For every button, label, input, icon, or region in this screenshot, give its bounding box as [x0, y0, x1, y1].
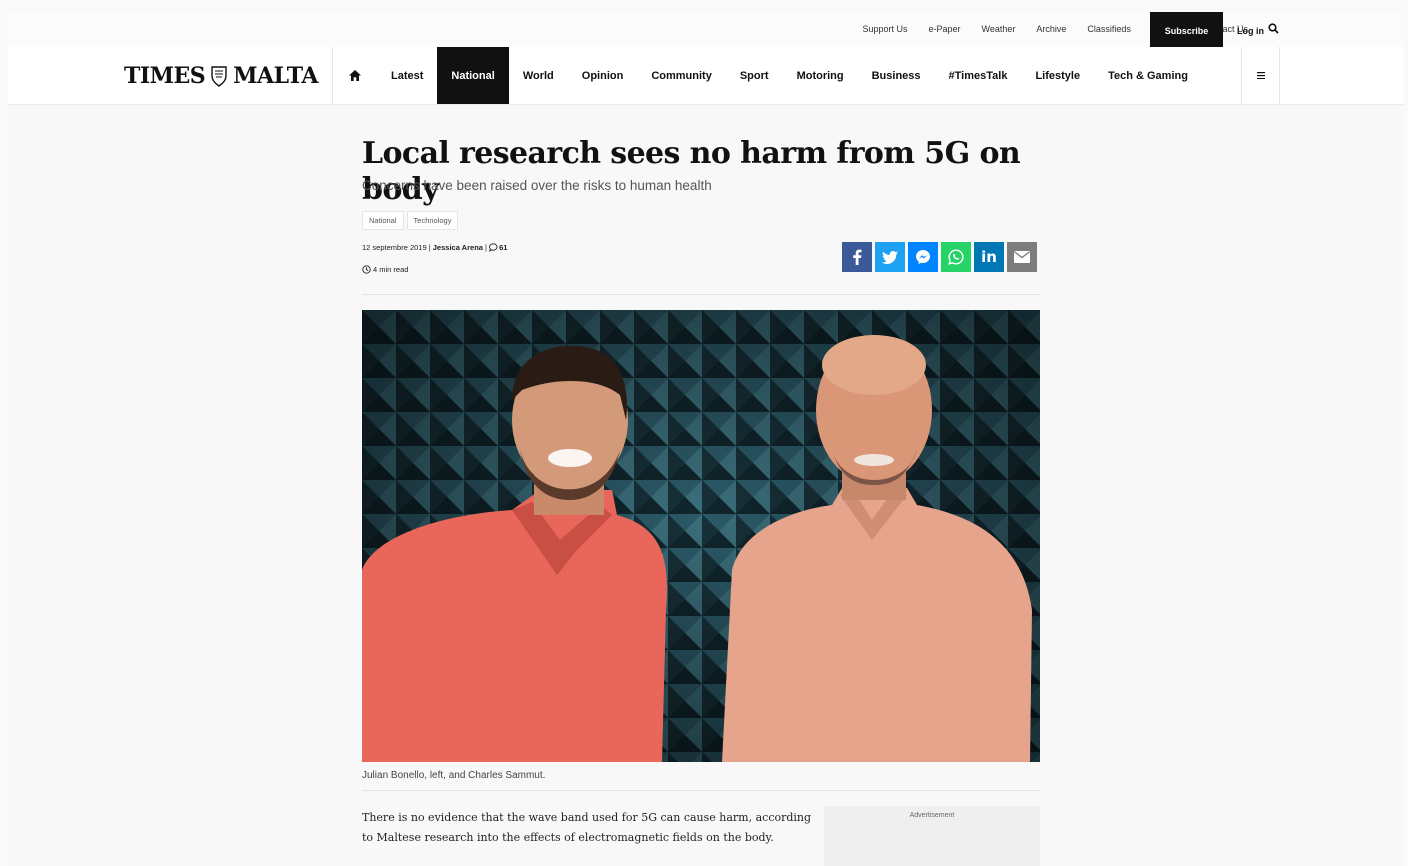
comment-count[interactable]: 61: [499, 243, 507, 252]
home-icon[interactable]: [333, 47, 377, 104]
article-subhead: Concerns have been raised over the risks…: [362, 178, 712, 193]
hamburger-menu-icon[interactable]: [1241, 47, 1280, 104]
site-logo[interactable]: TIMES MALTA: [124, 63, 319, 89]
utility-bar: Support Us e-Paper Weather Archive Class…: [8, 10, 1404, 49]
search-icon[interactable]: [1266, 22, 1280, 36]
article-body-paragraph: There is no evidence that the wave band …: [362, 811, 812, 844]
nav-item-opinion[interactable]: Opinion: [568, 47, 638, 104]
article-photo[interactable]: [362, 310, 1040, 762]
page: Support Us e-Paper Weather Archive Class…: [8, 8, 1404, 866]
whatsapp-share-icon[interactable]: [941, 242, 971, 272]
read-time-text: 4 min read: [373, 265, 409, 274]
login-link[interactable]: Log in: [1237, 12, 1264, 49]
crest-icon: [211, 66, 227, 87]
nav-item-sport[interactable]: Sport: [726, 47, 783, 104]
support-us-link[interactable]: Support Us: [862, 24, 907, 34]
subscribe-button[interactable]: Subscribe: [1150, 12, 1223, 49]
nav-item-motoring[interactable]: Motoring: [783, 47, 858, 104]
logo-text-times: TIMES: [124, 63, 206, 89]
nav-item-latest[interactable]: Latest: [377, 47, 437, 104]
caption-divider: [362, 790, 1040, 791]
clock-icon: [362, 265, 371, 274]
linkedin-share-icon[interactable]: in: [974, 242, 1004, 272]
twitter-share-icon[interactable]: [875, 242, 905, 272]
facebook-share-icon[interactable]: [842, 242, 872, 272]
logo-text-malta: MALTA: [233, 63, 319, 89]
tag-technology[interactable]: Technology: [406, 211, 459, 230]
epaper-link[interactable]: e-Paper: [929, 24, 961, 34]
nav-item-community[interactable]: Community: [637, 47, 726, 104]
article-tags: National Technology: [362, 211, 461, 230]
main-nav: TIMES MALTA Latest National World Opinio…: [8, 47, 1404, 105]
photo-image: [362, 310, 1040, 762]
photo-caption: Julian Bonello, left, and Charles Sammut…: [362, 770, 546, 781]
article-headline: Local research sees no harm from 5G on b…: [362, 136, 1021, 207]
article-meta: 12 septembre 2019 | Jessica Arena | 61: [362, 243, 507, 252]
nav-item-world[interactable]: World: [509, 47, 568, 104]
email-share-icon[interactable]: [1007, 242, 1037, 272]
nav-item-lifestyle[interactable]: Lifestyle: [1021, 47, 1094, 104]
nav-item-tech-gaming[interactable]: Tech & Gaming: [1094, 47, 1202, 104]
article-author[interactable]: Jessica Arena: [433, 243, 483, 252]
classifieds-link[interactable]: Classifieds: [1087, 24, 1131, 34]
nav-item-business[interactable]: Business: [858, 47, 935, 104]
read-time: 4 min read: [362, 265, 408, 274]
messenger-share-icon[interactable]: [908, 242, 938, 272]
header-divider: [362, 294, 1040, 295]
nav-items: Latest National World Opinion Community …: [333, 47, 1202, 104]
share-buttons: in: [842, 242, 1040, 272]
archive-link[interactable]: Archive: [1036, 24, 1066, 34]
advertisement-slot[interactable]: Advertisement: [824, 806, 1040, 866]
article-date: 12 septembre 2019: [362, 243, 427, 252]
nav-item-national[interactable]: National: [437, 47, 509, 104]
tag-national[interactable]: National: [362, 211, 404, 230]
advertisement-label: Advertisement: [909, 812, 955, 819]
weather-link[interactable]: Weather: [982, 24, 1016, 34]
nav-item-timestalk[interactable]: #TimesTalk: [935, 47, 1022, 104]
comment-icon[interactable]: [489, 243, 498, 252]
